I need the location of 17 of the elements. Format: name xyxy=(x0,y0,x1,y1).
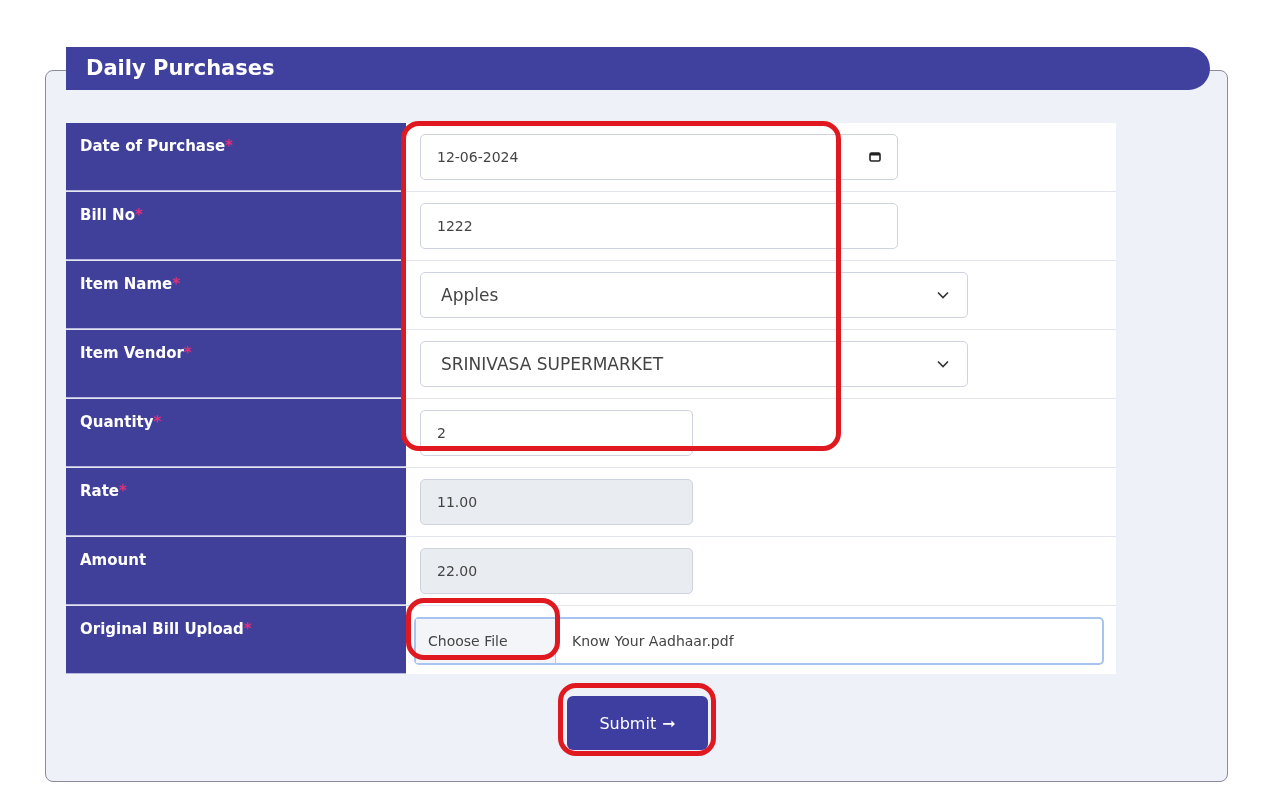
field-label: Original Bill Upload* xyxy=(66,606,406,674)
dropdown[interactable]: Apples xyxy=(420,272,968,318)
file-name-field[interactable]: Know Your Aadhaar.pdf xyxy=(572,633,734,649)
chevron-down-icon xyxy=(937,360,949,368)
calendar-icon[interactable] xyxy=(869,152,881,162)
field-label: Quantity* xyxy=(66,399,406,467)
text-field[interactable]: 1222 xyxy=(420,203,898,249)
readonly-field: 22.00 xyxy=(420,548,693,594)
panel-title: Daily Purchases xyxy=(66,47,1210,90)
field-label: Amount xyxy=(66,537,406,605)
field-label: Date of Purchase* xyxy=(66,123,406,191)
chevron-down-icon xyxy=(937,291,949,299)
submit-button[interactable]: Submit ➞ xyxy=(567,696,708,750)
field-label: Rate* xyxy=(66,468,406,536)
date-field[interactable]: 12-06-2024 xyxy=(420,134,898,180)
dropdown[interactable]: SRINIVASA SUPERMARKET xyxy=(420,341,968,387)
readonly-field: 11.00 xyxy=(420,479,693,525)
